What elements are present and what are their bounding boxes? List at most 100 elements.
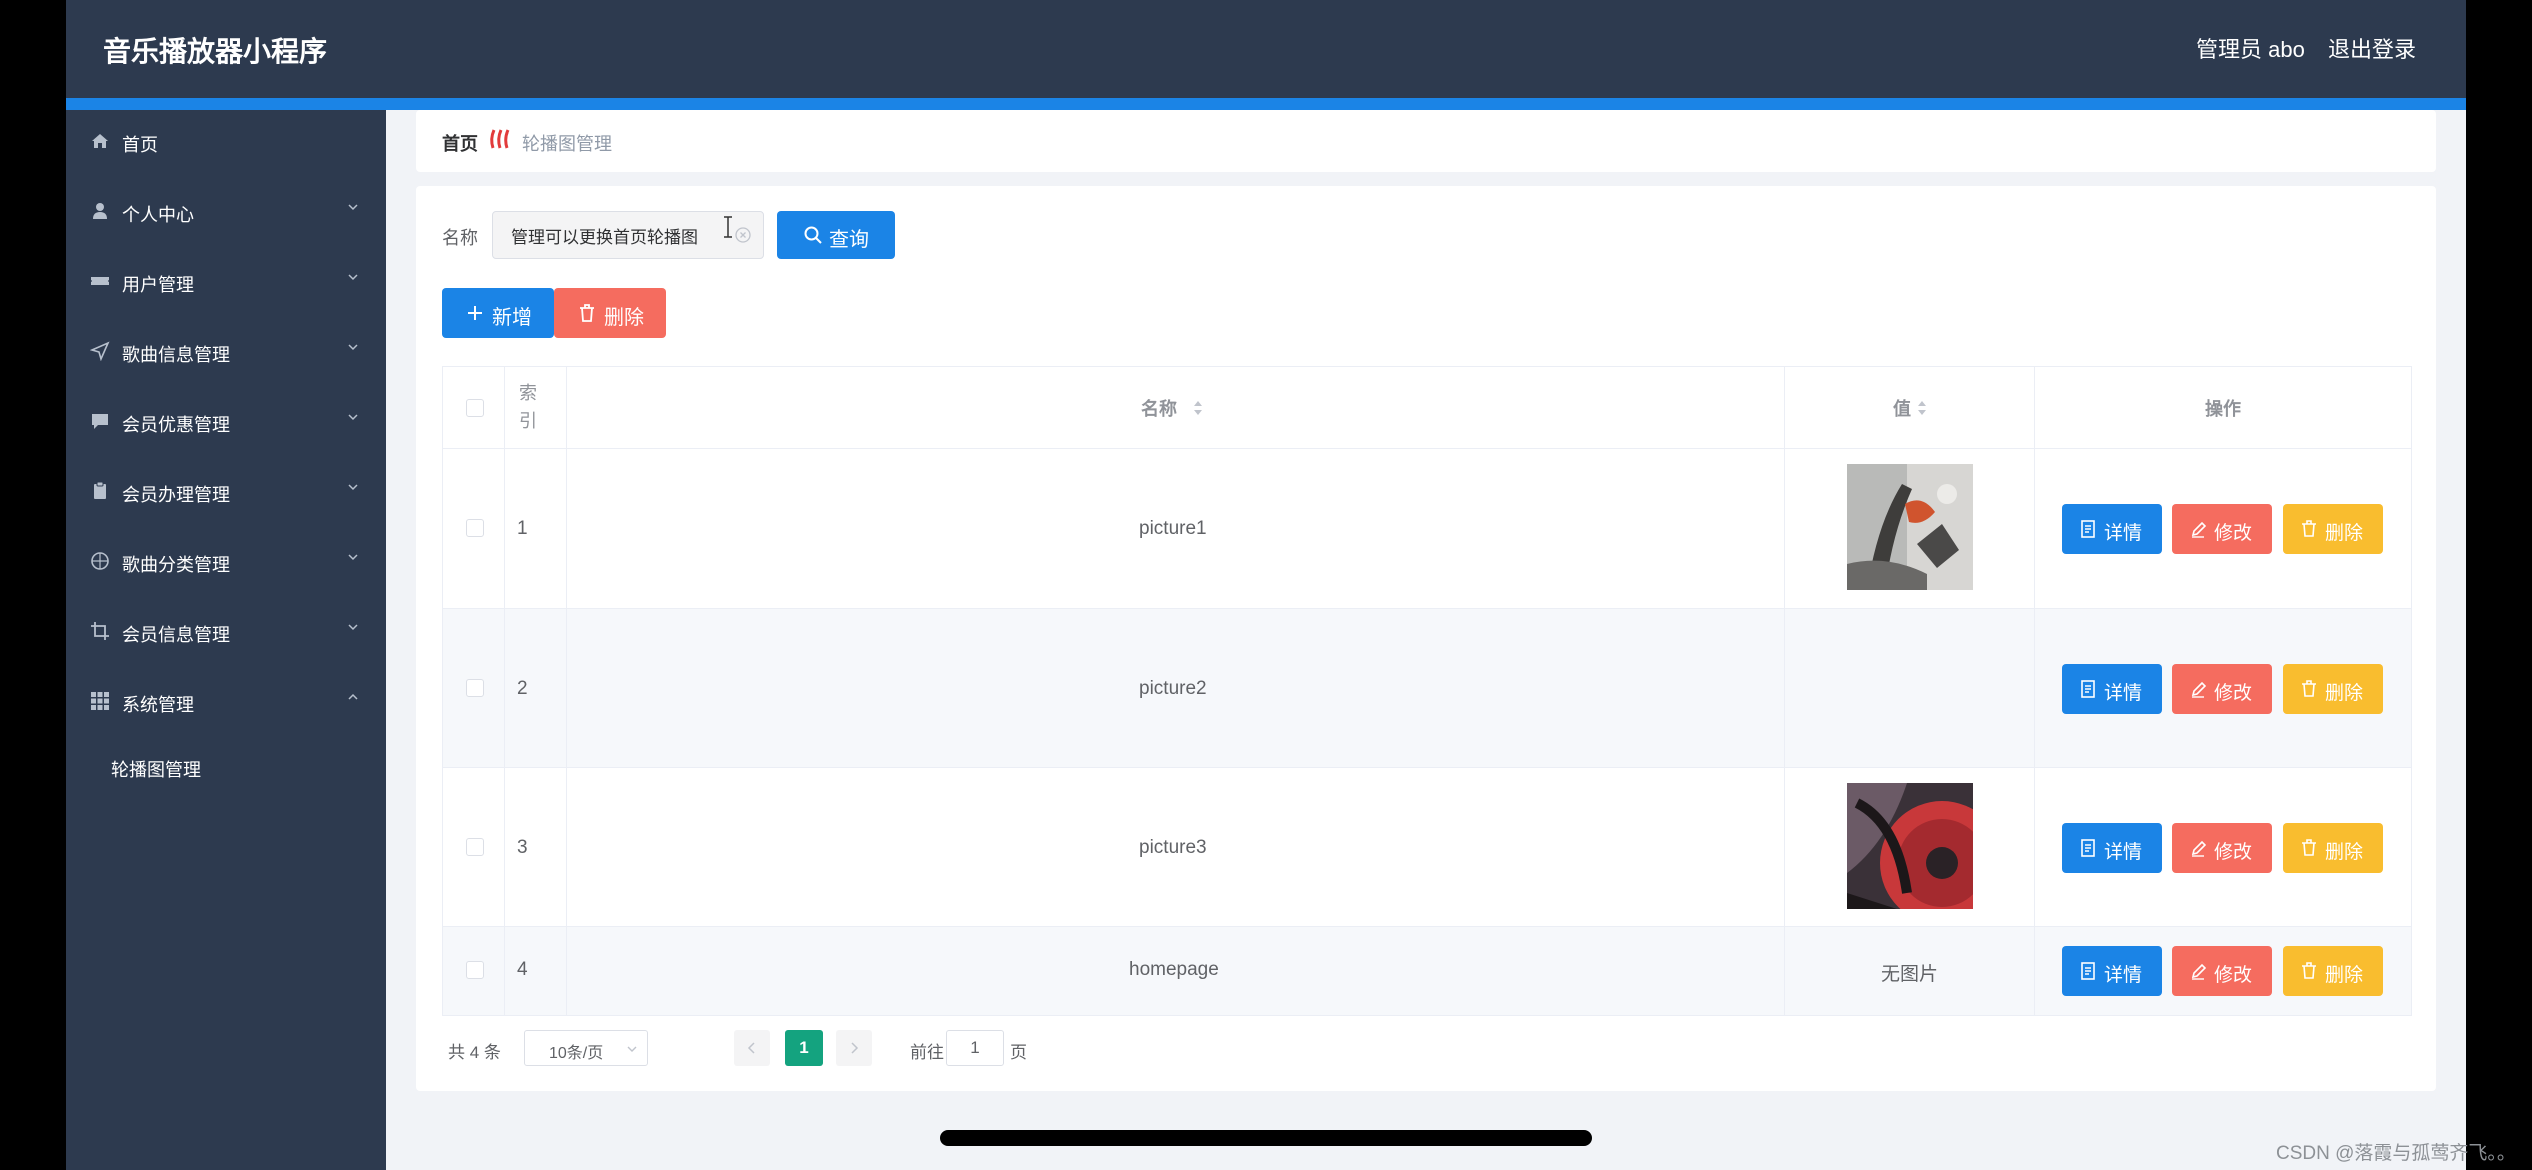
sidebar-item-label: 首页	[122, 135, 158, 155]
row-ops-cell: 详情 修改 删除	[2035, 609, 2411, 767]
header-name-cell[interactable]: 名称	[567, 367, 1785, 448]
breadcrumb-home[interactable]: 首页	[442, 130, 478, 156]
screen: 音乐播放器小程序 管理员 abo 退出登录 首页 个人中心 用户管理 歌曲信息管…	[0, 0, 2532, 1170]
row-checkbox[interactable]	[466, 961, 484, 979]
row-ops-cell: 详情 修改 删除	[2035, 768, 2411, 926]
detail-button-label: 详情	[2104, 965, 2143, 986]
chevron-down-icon	[348, 414, 358, 421]
row-checkbox[interactable]	[466, 519, 484, 537]
row-checkbox[interactable]	[466, 838, 484, 856]
plus-icon	[468, 306, 482, 320]
delete-button[interactable]: 删除	[2283, 504, 2383, 554]
document-icon	[2081, 520, 2095, 538]
row-name-cell: picture1	[567, 449, 1785, 608]
clear-icon[interactable]	[734, 226, 752, 244]
delete-button-label: 删除	[2325, 965, 2364, 986]
page-number-button[interactable]: 1	[785, 1030, 823, 1066]
row-check-cell	[443, 768, 505, 926]
row-name: picture1	[1139, 518, 1207, 539]
goto-page-input[interactable]	[946, 1030, 1004, 1066]
sidebar-item-songs[interactable]: 歌曲信息管理	[66, 322, 386, 382]
chevron-right-icon	[851, 1042, 859, 1054]
sidebar-item-personal[interactable]: 个人中心	[66, 182, 386, 242]
sidebar-item-label: 用户管理	[122, 275, 194, 295]
page-size-select[interactable]: 10条/页	[524, 1030, 648, 1066]
delete-button[interactable]: 删除	[2283, 664, 2383, 714]
table-row: 4 homepage 无图片 详情 修改 删除	[443, 927, 2411, 1015]
sidebar-subitem-label: 轮播图管理	[111, 760, 201, 780]
detail-button-label: 详情	[2104, 523, 2143, 544]
goto-unit: 页	[1010, 1043, 1027, 1062]
next-page-button[interactable]	[836, 1030, 872, 1066]
row-check-cell	[443, 927, 505, 1015]
detail-button-label: 详情	[2104, 842, 2143, 863]
detail-button[interactable]: 详情	[2062, 823, 2162, 873]
breadcrumb-current: 轮播图管理	[522, 134, 612, 154]
pagination-total: 共 4 条	[448, 1043, 501, 1062]
query-button[interactable]: 查询	[777, 211, 895, 259]
row-value-cell	[1785, 449, 2035, 608]
delete-button[interactable]: 删除	[2283, 823, 2383, 873]
user-icon	[93, 203, 107, 219]
document-icon	[2081, 680, 2095, 698]
table-row: 1 picture1 详情 修改 删除	[443, 449, 2411, 609]
logout-link[interactable]: 退出登录	[2328, 32, 2416, 64]
row-index: 1	[517, 518, 528, 539]
row-name: picture2	[1139, 678, 1207, 699]
sidebar-item-system[interactable]: 系统管理	[66, 672, 386, 732]
row-name-cell: picture3	[567, 768, 1785, 926]
table-row: 2 picture2 详情 修改 删除	[443, 609, 2411, 768]
edit-button[interactable]: 修改	[2172, 504, 2272, 554]
row-name-cell: picture2	[567, 609, 1785, 767]
chevron-down-icon	[348, 344, 358, 351]
sidebar-item-home[interactable]: 首页	[66, 112, 386, 172]
batch-delete-button[interactable]: 删除	[554, 288, 666, 338]
sidebar-subitem-carousel[interactable]: 轮播图管理	[66, 738, 386, 794]
delete-button[interactable]: 删除	[2283, 946, 2383, 996]
breadcrumb-separator-icon	[490, 129, 510, 149]
sidebar-item-song-category[interactable]: 歌曲分类管理	[66, 532, 386, 592]
sidebar: 首页 个人中心 用户管理 歌曲信息管理 会员优惠管理 会员办理管理 歌曲分类管理…	[66, 110, 386, 1170]
watermark-text: CSDN @落霞与孤莺齐飞。。	[2276, 1143, 2516, 1164]
pencil-icon	[2191, 840, 2206, 857]
edit-button[interactable]: 修改	[2172, 823, 2272, 873]
home-icon	[92, 134, 108, 148]
main-panel: 名称 查询 新增 删除 索 引 名称	[416, 186, 2436, 1091]
sidebar-item-users[interactable]: 用户管理	[66, 252, 386, 312]
trash-icon	[2302, 839, 2316, 856]
header-value-cell[interactable]: 值	[1785, 367, 2035, 448]
breadcrumb: 首页 轮播图管理	[416, 110, 2436, 172]
table-header-row: 索 引 名称 值 操作	[443, 367, 2411, 449]
detail-button[interactable]: 详情	[2062, 504, 2162, 554]
row-name-cell: homepage	[567, 927, 1785, 1015]
prev-page-button[interactable]	[734, 1030, 770, 1066]
home-indicator[interactable]	[940, 1130, 1592, 1146]
text-cursor-icon	[724, 216, 732, 238]
delete-button-label: 删除	[2325, 842, 2364, 863]
sidebar-item-member-info[interactable]: 会员信息管理	[66, 602, 386, 662]
sort-icon[interactable]	[1193, 400, 1203, 416]
sidebar-item-label: 系统管理	[122, 695, 194, 715]
row-checkbox[interactable]	[466, 679, 484, 697]
crop-icon	[91, 622, 109, 640]
header-index-cell: 索 引	[505, 367, 567, 448]
row-value-cell	[1785, 768, 2035, 926]
edit-button[interactable]: 修改	[2172, 664, 2272, 714]
edit-button[interactable]: 修改	[2172, 946, 2272, 996]
detail-button[interactable]: 详情	[2062, 664, 2162, 714]
trash-icon	[2302, 680, 2316, 697]
sidebar-item-member-discount[interactable]: 会员优惠管理	[66, 392, 386, 452]
search-icon	[804, 226, 822, 244]
carousel-thumbnail-3	[1847, 783, 1973, 909]
row-ops-cell: 详情 修改 删除	[2035, 927, 2411, 1015]
sort-icon[interactable]	[1917, 400, 1927, 416]
trash-icon	[2302, 962, 2316, 979]
detail-button[interactable]: 详情	[2062, 946, 2162, 996]
data-table: 索 引 名称 值 操作 1 picture1 详情 修改 删除 2 pictur…	[442, 366, 2412, 1016]
chevron-left-icon	[747, 1042, 755, 1054]
select-all-checkbox[interactable]	[466, 399, 484, 417]
sidebar-item-member-apply[interactable]: 会员办理管理	[66, 462, 386, 522]
sidebar-item-label: 歌曲信息管理	[122, 345, 230, 365]
row-index-cell: 3	[505, 768, 567, 926]
add-button[interactable]: 新增	[442, 288, 554, 338]
